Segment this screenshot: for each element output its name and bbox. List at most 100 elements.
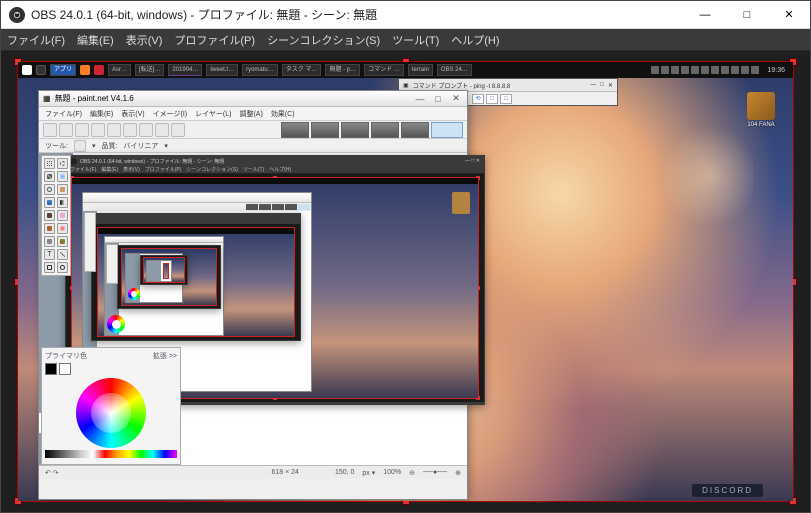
pdn-toolbox xyxy=(41,155,71,276)
menu-edit[interactable]: 編集(E) xyxy=(77,32,114,48)
outer-window: OBS 24.0.1 (64-bit, windows) - プロファイル: 無… xyxy=(0,0,811,513)
lasso-select-icon xyxy=(57,158,68,169)
zoom-value: 100% xyxy=(383,469,401,476)
pdn-title-text: 無題 - paint.net V4.1.6 xyxy=(55,93,134,104)
pdn-menu-image: イメージ(I) xyxy=(153,109,187,119)
nested-taskbar xyxy=(72,178,478,184)
pdn-menubar: ファイル(F) 編集(E) 表示(V) イメージ(I) レイヤー(L) 調整(A… xyxy=(39,107,467,121)
preview-canvas[interactable]: アプリ Asr… [転送]… 201904… tweet.t… ryomatu…… xyxy=(17,61,794,502)
thumb xyxy=(281,122,309,138)
zoom-out-icon: ⊖ xyxy=(409,469,415,477)
pdn-menu-file: ファイル(F) xyxy=(45,109,82,119)
menu-scene-collection[interactable]: シーンコレクション(S) xyxy=(267,32,380,48)
pdn-titlebar: ▦ 無題 - paint.net V4.1.6 — □ ✕ xyxy=(39,91,467,107)
menu-tools[interactable]: ツール(T) xyxy=(392,32,439,48)
thumb xyxy=(341,122,369,138)
pdn-quality-label: 品質: xyxy=(101,141,117,151)
taskbar-item xyxy=(94,65,104,75)
color-swatches xyxy=(45,363,177,375)
minimize-button[interactable]: — xyxy=(684,1,726,29)
menu-view[interactable]: 表示(V) xyxy=(126,32,163,48)
paintdotnet-window: ▦ 無題 - paint.net V4.1.6 — □ ✕ ファイル(F) 編集… xyxy=(38,90,468,500)
text-icon xyxy=(44,249,55,260)
nested-toolbox xyxy=(84,212,96,272)
pdn-close-icon: ✕ xyxy=(449,93,463,104)
menu-help[interactable]: ヘルプ(H) xyxy=(451,32,499,48)
pdn-toolbar-main xyxy=(39,121,467,139)
folder-icon xyxy=(747,92,775,120)
color-palette-strip xyxy=(45,450,177,458)
pdn-statusbar: ↶ ↷ 618 × 24 150, 0 px ▾ 100% ⊖ ──●── ⊕ xyxy=(39,465,467,479)
color-primary-label: プライマリ色 xyxy=(45,351,87,361)
magic-wand-icon xyxy=(57,171,68,182)
pdn-image-thumbs xyxy=(281,122,463,138)
cmd-close-icon: ✕ xyxy=(608,82,613,89)
tool-select-icon xyxy=(74,140,86,152)
taskbar-item: コマンド … xyxy=(364,64,404,76)
redo-icon xyxy=(171,123,185,137)
pdn-tool-label: ツール: xyxy=(45,141,68,151)
window-buttons: — □ ✕ xyxy=(684,1,810,29)
pdn-max-icon: □ xyxy=(431,94,445,104)
tool-icon: □ xyxy=(486,94,498,104)
titlebar[interactable]: OBS 24.0.1 (64-bit, windows) - プロファイル: 無… xyxy=(1,1,810,29)
thumb-active xyxy=(431,122,463,138)
menu-profile[interactable]: プロファイル(P) xyxy=(174,32,255,48)
pan-icon xyxy=(57,184,68,195)
shapes-ellipse-icon xyxy=(57,262,68,273)
obs-app-icon xyxy=(70,158,77,165)
clone-stamp-icon xyxy=(44,236,55,247)
nested-title: OBS 24.0.1 (64-bit, windows) - プロファイル: 無… xyxy=(80,158,224,165)
obs-app-icon xyxy=(9,7,25,23)
thumb xyxy=(371,122,399,138)
color-expand-button: 拡張 >> xyxy=(153,351,177,361)
taskbar-item: 無題 - p… xyxy=(325,64,360,76)
shapes-rect-icon xyxy=(44,262,55,273)
cursor-pos: 150, 0 xyxy=(335,469,354,476)
copy-icon xyxy=(123,123,137,137)
pdn-app-icon: ▦ xyxy=(43,94,51,103)
thumb xyxy=(311,122,339,138)
pdn-menu-effect: 効果(C) xyxy=(271,109,295,119)
paintbrush-icon xyxy=(44,210,55,221)
taskbar-item: OBS 24… xyxy=(437,64,472,76)
cmd-max-icon: □ xyxy=(600,82,604,88)
rectangle-select-icon xyxy=(44,158,55,169)
maximize-button[interactable]: □ xyxy=(726,1,768,29)
desktop-icon: 104 FANA xyxy=(741,92,781,128)
undo-icon xyxy=(155,123,169,137)
nested-obs-2 xyxy=(91,213,301,341)
taskbar-item: ryomatu… xyxy=(242,64,278,76)
tool-icon: ⟲ xyxy=(472,94,484,104)
cmd-title-text: コマンド プロンプト - ping -t 8.8.8.8 xyxy=(413,81,511,90)
recolor-icon xyxy=(57,236,68,247)
canvas-size: 618 × 24 xyxy=(271,469,298,476)
taskbar-item: [転送]… xyxy=(135,64,164,76)
pdn-canvas-area: OBS 24.0.1 (64-bit, windows) - プロファイル: 無… xyxy=(39,153,467,479)
color-picker-icon xyxy=(57,223,68,234)
pdn-menu-edit: 編集(E) xyxy=(90,109,113,119)
nested-titlebar: OBS 24.0.1 (64-bit, windows) - プロファイル: 無… xyxy=(66,156,484,166)
paint-bucket-icon xyxy=(44,197,55,208)
system-tray xyxy=(651,66,759,74)
taskbar-item xyxy=(80,65,90,75)
close-button[interactable]: ✕ xyxy=(768,1,810,29)
nested-menubar: ファイル(F) 編集(E) 表示(V) プロファイル(P) シーンコレクション(… xyxy=(66,166,484,174)
pdn-quality-value: バイリニア xyxy=(123,141,158,151)
swatch-primary xyxy=(45,363,57,375)
preview-area[interactable]: アプリ Asr… [転送]… 201904… tweet.t… ryomatu…… xyxy=(1,51,810,512)
captured-desktop: アプリ Asr… [転送]… 201904… tweet.t… ryomatu…… xyxy=(18,62,793,501)
color-wheel xyxy=(76,378,146,448)
window-title: OBS 24.0.1 (64-bit, windows) - プロファイル: 無… xyxy=(31,6,684,23)
menu-file[interactable]: ファイル(F) xyxy=(7,32,65,48)
taskbar-item: tweet.t… xyxy=(206,64,238,76)
nested-obs-3 xyxy=(117,245,221,309)
tool-icon: □ xyxy=(500,94,512,104)
nested-pdn-thumbs xyxy=(83,203,311,211)
captured-taskbar: アプリ Asr… [転送]… 201904… tweet.t… ryomatu…… xyxy=(18,62,793,78)
taskbar-item: Asr… xyxy=(108,64,131,76)
cmd-min-icon: — xyxy=(590,82,596,88)
move-icon xyxy=(44,171,55,182)
history-icon: ↶ ↷ xyxy=(45,469,59,477)
pdn-min-icon: — xyxy=(413,94,427,104)
